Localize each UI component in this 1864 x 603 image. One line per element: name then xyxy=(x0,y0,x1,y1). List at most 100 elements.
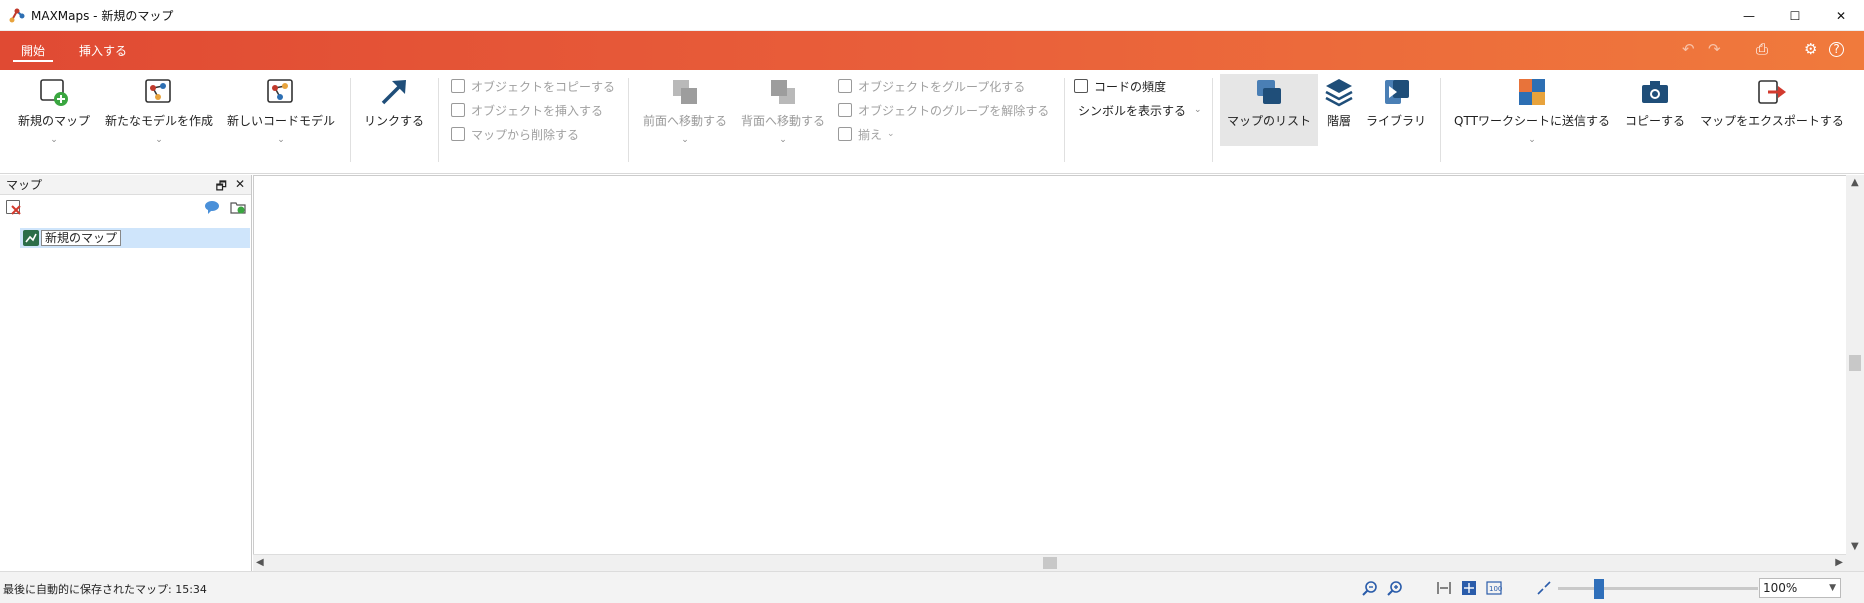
maps-panel-toolbar xyxy=(0,195,251,221)
group-objects-button[interactable]: オブジェクトをグループ化する xyxy=(838,76,1025,96)
ungroup-icon xyxy=(838,103,852,117)
shrink-icon[interactable] xyxy=(1536,580,1552,596)
zoom-value: 100% xyxy=(1763,581,1798,595)
scroll-down-icon[interactable]: ▼ xyxy=(1851,541,1859,552)
comment-icon[interactable] xyxy=(204,200,220,214)
chevron-down-icon[interactable]: ⌄ xyxy=(226,135,336,145)
delete-from-map-button[interactable]: マップから削除する xyxy=(451,124,579,144)
map-list-button[interactable]: マップのリスト xyxy=(1220,74,1318,146)
map-icon xyxy=(23,230,39,246)
vertical-scroll-thumb[interactable] xyxy=(1849,355,1861,371)
new-map-button[interactable]: 新規のマップ ⌄ xyxy=(14,76,94,145)
ribbon-separator xyxy=(350,78,351,162)
copy-object-icon xyxy=(451,79,465,93)
chevron-down-icon[interactable]: ⌄ xyxy=(14,135,94,145)
ungroup-objects-label: オブジェクトのグループを解除する xyxy=(858,103,1050,118)
camera-icon xyxy=(1639,76,1671,108)
ungroup-objects-button[interactable]: オブジェクトのグループを解除する xyxy=(838,100,1049,120)
new-map-icon xyxy=(38,76,70,108)
scroll-right-icon[interactable]: ▶ xyxy=(1835,557,1843,568)
copy-label: コピーする xyxy=(1624,114,1685,128)
fit-width-icon[interactable] xyxy=(1436,580,1452,596)
new-folder-icon[interactable] xyxy=(230,200,246,214)
app-logo-icon xyxy=(9,7,25,23)
maps-panel: マップ 🗗 ✕ 新規のマップ xyxy=(0,175,252,571)
window-title: MAXMaps - 新規のマップ xyxy=(31,8,174,23)
layers-button[interactable]: 階層 xyxy=(1322,76,1356,129)
minimize-button[interactable]: — xyxy=(1726,0,1772,31)
vertical-scrollbar[interactable]: ▲ ▼ xyxy=(1846,175,1864,554)
actual-size-icon[interactable]: 100 xyxy=(1486,580,1502,596)
bring-forward-button[interactable]: 前面へ移動する ⌄ xyxy=(638,76,732,145)
paste-object-icon xyxy=(451,103,465,117)
zoom-select[interactable]: 100% ▼ xyxy=(1759,578,1841,598)
copy-button[interactable]: コピーする xyxy=(1620,76,1690,129)
autosave-status: 最後に自動的に保存されたマップ: 15:34 xyxy=(3,583,207,596)
maximize-button[interactable]: ☐ xyxy=(1772,0,1818,31)
puzzle-icon xyxy=(1516,76,1548,108)
ribbon-tab-bar: 開始 挿入する ↶ ↷ ⎙ ⚙ ? xyxy=(0,31,1864,70)
new-code-model-button[interactable]: 新しいコードモデル ⌄ xyxy=(226,76,336,145)
print-icon[interactable]: ⎙ xyxy=(1756,40,1768,58)
new-map-label: 新規のマップ xyxy=(17,114,90,128)
link-button[interactable]: リンクする xyxy=(362,76,426,129)
map-canvas[interactable] xyxy=(253,175,1846,554)
redo-icon[interactable]: ↷ xyxy=(1708,40,1721,58)
send-backward-icon xyxy=(767,76,799,108)
fit-page-icon[interactable] xyxy=(1461,580,1477,596)
code-frequency-button[interactable]: コードの頻度 xyxy=(1074,76,1166,96)
layers-label: 階層 xyxy=(1326,114,1351,128)
chevron-down-icon[interactable]: ⌄ xyxy=(1450,135,1614,145)
help-icon[interactable]: ? xyxy=(1829,42,1844,57)
library-icon xyxy=(1380,76,1412,108)
scroll-up-icon[interactable]: ▲ xyxy=(1851,177,1859,188)
chevron-down-icon[interactable]: ⌄ xyxy=(887,129,895,139)
align-icon xyxy=(838,127,852,141)
ribbon: 新規のマップ ⌄ 新たなモデルを作成 ⌄ 新しいコードモデル ⌄ リンクする オ… xyxy=(0,70,1864,174)
ribbon-separator xyxy=(1064,78,1065,162)
map-list-label: マップのリスト xyxy=(1226,114,1311,128)
ribbon-separator xyxy=(438,78,439,162)
delete-from-map-label: マップから削除する xyxy=(471,127,580,142)
send-qtt-button[interactable]: QTTワークシートに送信する ⌄ xyxy=(1450,76,1614,145)
zoom-slider-thumb[interactable] xyxy=(1594,579,1604,599)
horizontal-scroll-thumb[interactable] xyxy=(1043,557,1057,569)
chevron-down-icon[interactable]: ⌄ xyxy=(638,135,732,145)
tree-item-label[interactable]: 新規のマップ xyxy=(41,230,122,246)
chevron-down-icon[interactable]: ⌄ xyxy=(104,135,214,145)
bring-forward-icon xyxy=(669,76,701,108)
group-objects-label: オブジェクトをグループ化する xyxy=(858,79,1026,94)
tree-item-new-map[interactable]: 新規のマップ xyxy=(20,228,250,248)
chevron-down-icon[interactable]: ⌄ xyxy=(736,135,830,145)
insert-object-button[interactable]: オブジェクトを挿入する xyxy=(451,100,603,120)
zoom-out-icon[interactable] xyxy=(1362,580,1378,596)
zoom-in-icon[interactable] xyxy=(1387,580,1403,596)
zoom-slider-track[interactable] xyxy=(1558,587,1758,590)
copy-object-label: オブジェクトをコピーする xyxy=(471,79,616,94)
link-arrow-icon xyxy=(378,76,410,108)
align-button[interactable]: 揃え ⌄ xyxy=(838,124,895,144)
new-model-button[interactable]: 新たなモデルを作成 ⌄ xyxy=(104,76,214,145)
bring-forward-label: 前面へ移動する xyxy=(642,114,727,128)
maps-panel-title: マップ xyxy=(6,178,43,192)
new-code-model-label: 新しいコードモデル xyxy=(226,114,335,128)
deselect-icon[interactable] xyxy=(6,200,21,215)
scroll-left-icon[interactable]: ◀ xyxy=(256,557,264,568)
library-button[interactable]: ライブラリ xyxy=(1362,76,1430,129)
horizontal-scrollbar[interactable]: ◀ ▶ xyxy=(253,554,1846,571)
tab-start[interactable]: 開始 xyxy=(13,40,54,62)
export-map-button[interactable]: マップをエクスポートする xyxy=(1696,76,1848,129)
undo-icon[interactable]: ↶ xyxy=(1682,40,1695,58)
group-icon xyxy=(838,79,852,93)
new-model-label: 新たなモデルを作成 xyxy=(104,114,213,128)
close-window-button[interactable]: ✕ xyxy=(1818,0,1864,31)
ribbon-separator xyxy=(1440,78,1441,162)
code-frequency-label: コードの頻度 xyxy=(1094,79,1167,94)
send-backward-button[interactable]: 背面へ移動する ⌄ xyxy=(736,76,830,145)
show-symbols-button[interactable]: シンボルを表示する ⌄ xyxy=(1078,100,1202,120)
show-symbols-label: シンボルを表示する xyxy=(1078,103,1187,118)
tab-insert[interactable]: 挿入する xyxy=(71,40,135,62)
copy-object-button[interactable]: オブジェクトをコピーする xyxy=(451,76,615,96)
gear-icon[interactable]: ⚙ xyxy=(1804,40,1817,58)
chevron-down-icon[interactable]: ⌄ xyxy=(1194,105,1202,115)
